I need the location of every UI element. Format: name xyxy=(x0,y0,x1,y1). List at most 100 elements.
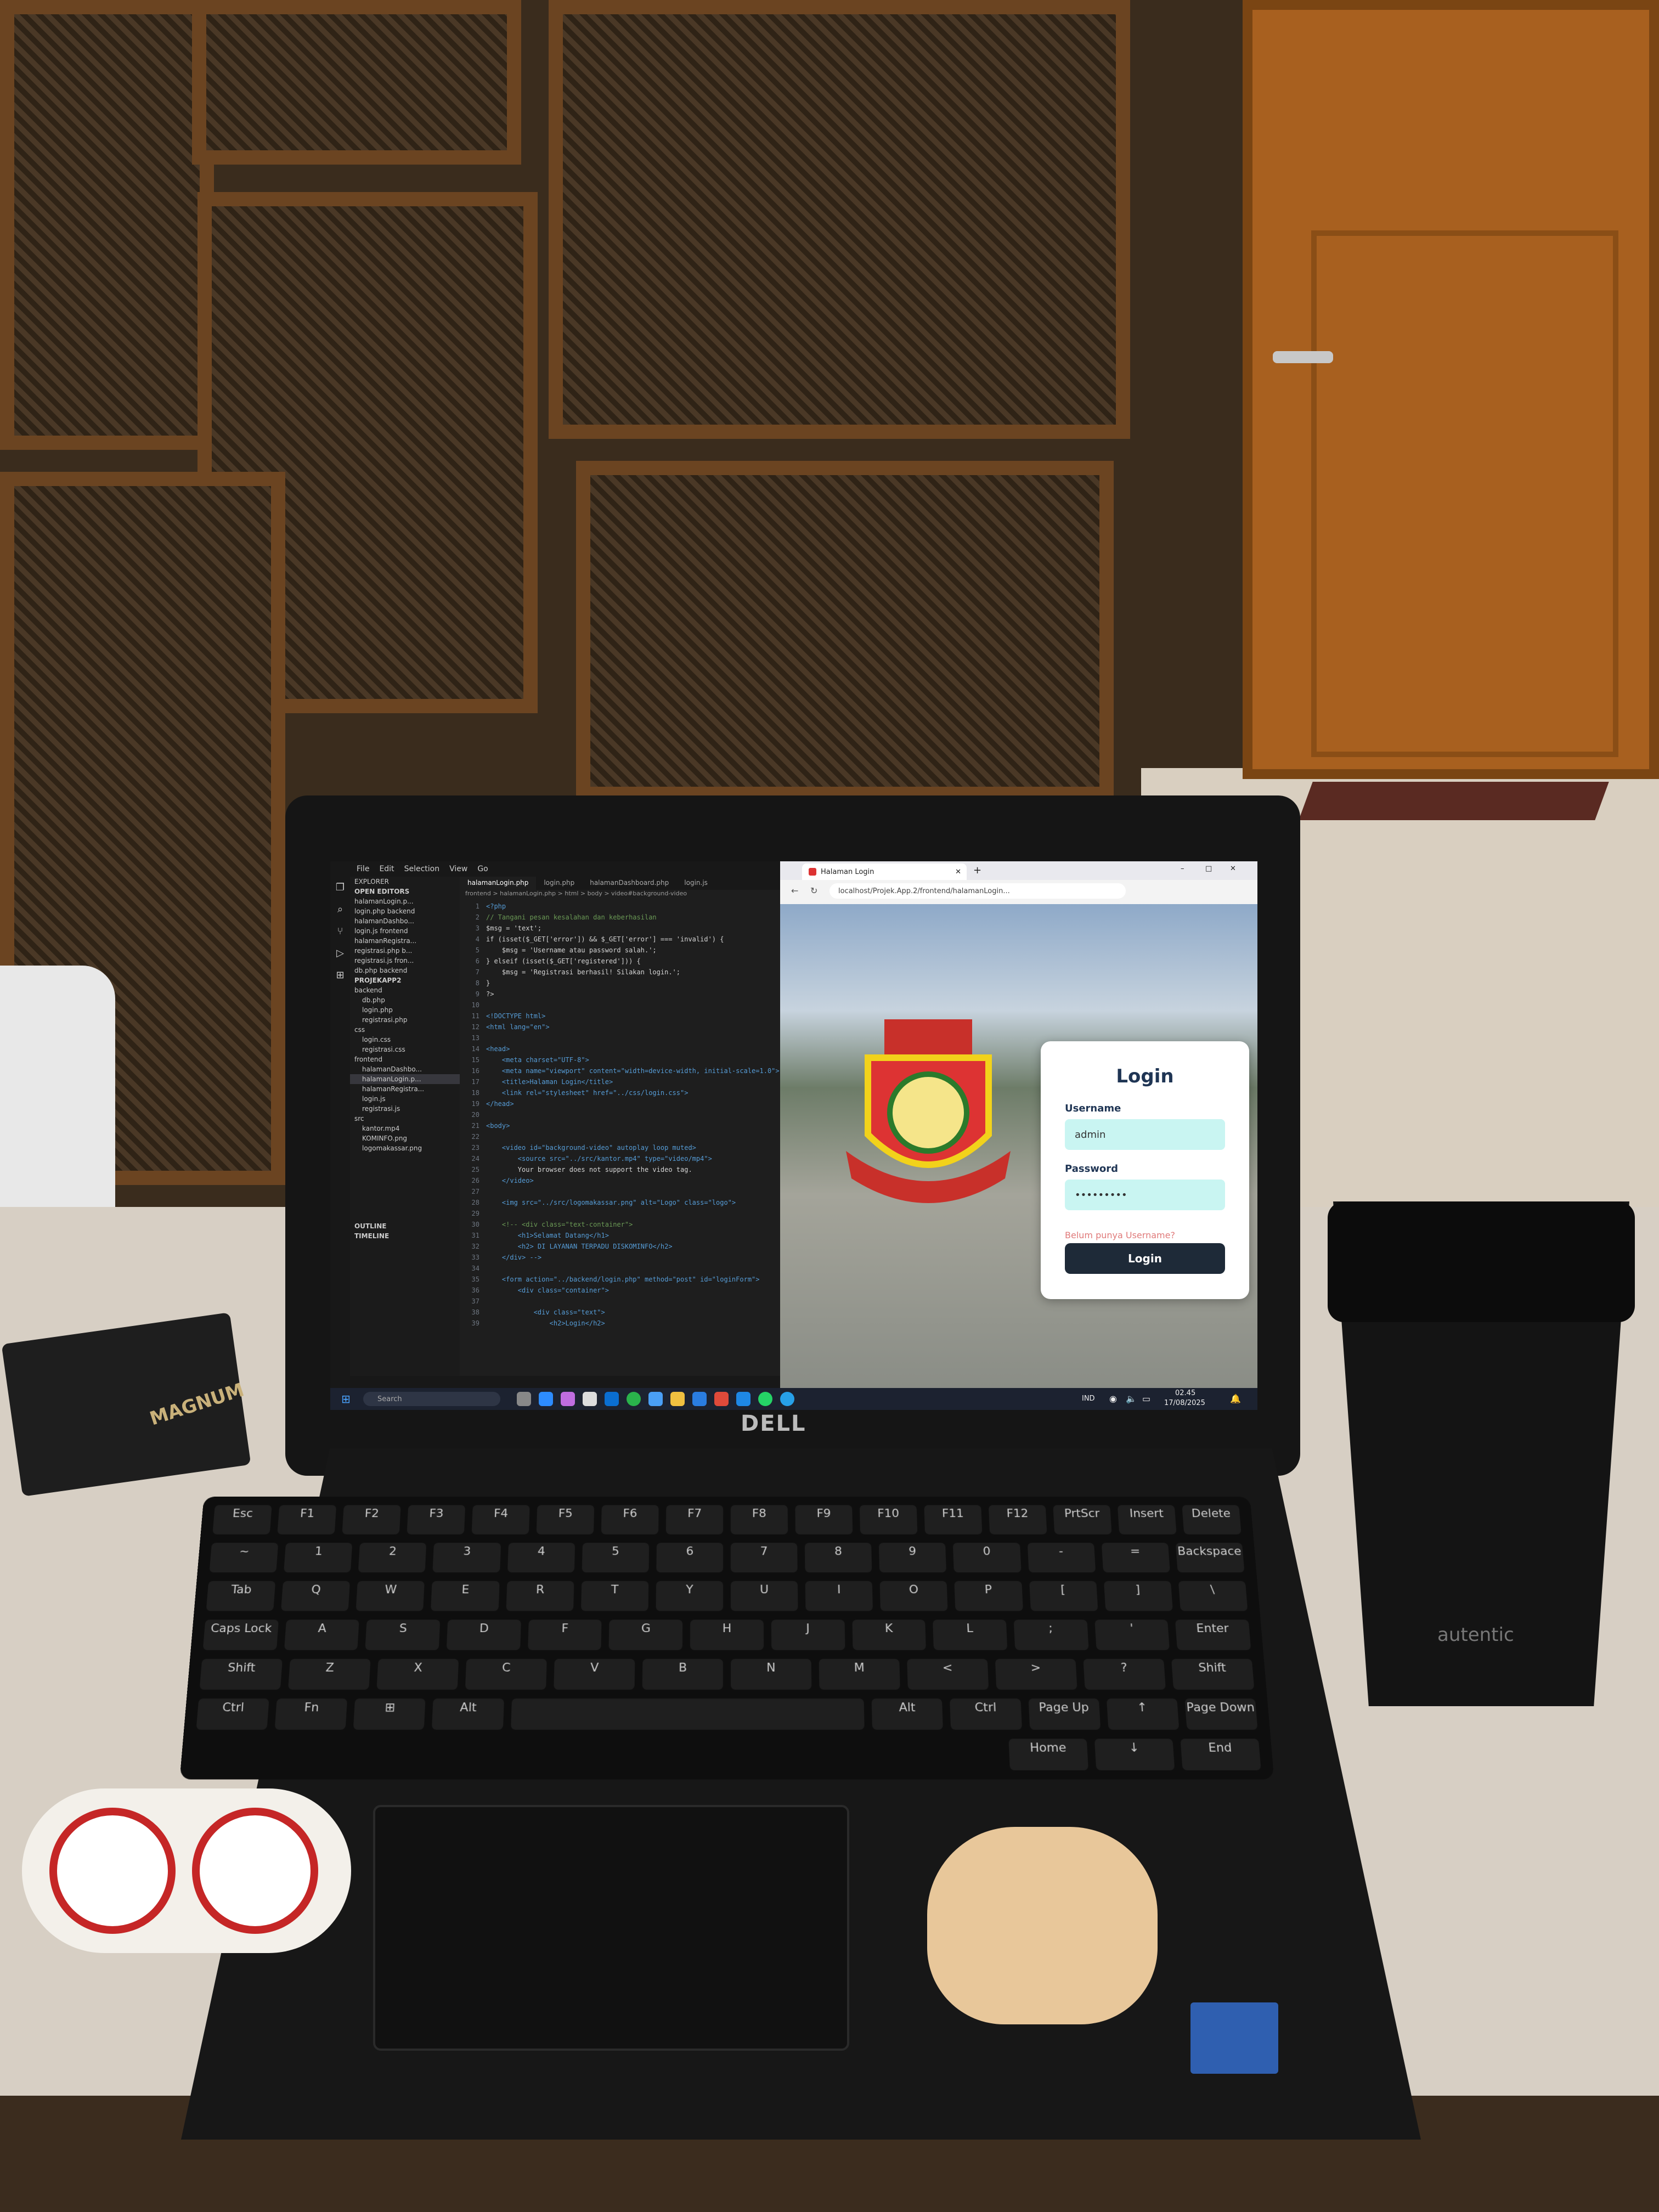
key[interactable]: Z xyxy=(288,1658,371,1690)
code-line[interactable]: 30 <!-- <div class="text-container"> xyxy=(460,1219,780,1230)
key[interactable]: F xyxy=(527,1620,602,1650)
code-line[interactable]: 14 <head> xyxy=(460,1043,780,1054)
tab-dashboard[interactable]: halamanDashboard.php xyxy=(582,877,676,890)
tree-item[interactable]: halamanRegistra... xyxy=(350,1084,460,1094)
key[interactable]: C xyxy=(465,1658,547,1690)
key[interactable]: = xyxy=(1101,1543,1170,1573)
mail-icon[interactable] xyxy=(648,1392,663,1406)
menu-file[interactable]: File xyxy=(357,865,369,873)
key[interactable]: G xyxy=(608,1620,683,1650)
menu-edit[interactable]: Edit xyxy=(379,865,394,873)
code-line[interactable]: 10 xyxy=(460,1000,780,1011)
windows-start-icon[interactable]: ⊞ xyxy=(341,1392,351,1406)
key[interactable]: ? xyxy=(1083,1658,1166,1690)
open-editor-item[interactable]: registrasi.php b... xyxy=(350,946,460,956)
touchpad[interactable] xyxy=(373,1805,849,2051)
key[interactable]: ↓ xyxy=(1094,1739,1175,1770)
tree-item[interactable]: login.js xyxy=(350,1094,460,1104)
key[interactable]: F1 xyxy=(277,1505,337,1534)
key[interactable]: PrtScr xyxy=(1053,1505,1112,1534)
tree-item[interactable]: login.css xyxy=(350,1035,460,1045)
key[interactable]: 9 xyxy=(879,1543,947,1573)
key[interactable]: V xyxy=(554,1658,635,1690)
open-editor-item[interactable]: halamanDashbo... xyxy=(350,916,460,926)
code-line[interactable]: 23 <video id="background-video" autoplay… xyxy=(460,1142,780,1153)
key[interactable]: F8 xyxy=(730,1505,788,1534)
login-button[interactable]: Login xyxy=(1065,1243,1225,1274)
volume-icon[interactable]: 🔈 xyxy=(1126,1393,1137,1404)
code-line[interactable]: 18 <link rel="stylesheet" href="../css/l… xyxy=(460,1087,780,1098)
key[interactable]: P xyxy=(954,1581,1023,1611)
taskview-icon[interactable] xyxy=(517,1392,531,1406)
key[interactable]: 1 xyxy=(284,1543,353,1573)
timeline-section[interactable]: TIMELINE xyxy=(350,1231,460,1241)
key[interactable]: Q xyxy=(281,1581,351,1611)
code-line[interactable]: 12 <html lang="en"> xyxy=(460,1022,780,1032)
key[interactable]: 4 xyxy=(507,1543,575,1573)
tree-item[interactable]: kantor.mp4 xyxy=(350,1124,460,1133)
search-icon[interactable]: ⌕ xyxy=(330,899,350,921)
key[interactable]: > xyxy=(995,1658,1077,1690)
key[interactable]: ; xyxy=(1013,1620,1089,1650)
whatsapp-icon[interactable] xyxy=(758,1392,772,1406)
code-line[interactable]: 28 <img src="../src/logomakassar.png" al… xyxy=(460,1197,780,1208)
key[interactable]: Caps Lock xyxy=(202,1620,279,1650)
extensions-icon[interactable]: ⊞ xyxy=(330,964,350,986)
key[interactable]: L xyxy=(933,1620,1008,1650)
tree-item[interactable]: backend xyxy=(350,985,460,995)
key[interactable]: H xyxy=(690,1620,764,1650)
spotify-icon[interactable] xyxy=(627,1392,641,1406)
menu-view[interactable]: View xyxy=(449,865,467,873)
file-explorer-icon[interactable] xyxy=(670,1392,685,1406)
key[interactable]: ' xyxy=(1094,1620,1170,1650)
notification-icon[interactable]: 🔔 xyxy=(1230,1393,1241,1404)
key[interactable]: [ xyxy=(1029,1581,1098,1611)
key[interactable]: E xyxy=(431,1581,500,1611)
code-line[interactable]: 13 xyxy=(460,1032,780,1043)
key[interactable]: Page Down xyxy=(1184,1699,1258,1730)
key[interactable]: Backspace xyxy=(1175,1543,1245,1573)
address-bar[interactable]: localhost/Projek.App.2/frontend/halamanL… xyxy=(830,883,1126,899)
key[interactable]: S xyxy=(365,1620,441,1650)
clock-time[interactable]: 02.45 xyxy=(1175,1389,1195,1397)
tree-item[interactable]: registrasi.css xyxy=(350,1045,460,1054)
key[interactable]: Enter xyxy=(1175,1620,1251,1650)
store-icon[interactable] xyxy=(583,1392,597,1406)
code-line[interactable]: 33 </div> --> xyxy=(460,1252,780,1263)
key[interactable]: Ctrl xyxy=(196,1699,269,1730)
back-icon[interactable]: ← xyxy=(791,885,798,896)
key[interactable]: W xyxy=(356,1581,425,1611)
run-icon[interactable]: ▷ xyxy=(330,943,350,964)
word-icon[interactable] xyxy=(692,1392,707,1406)
open-editor-item[interactable]: halamanLogin.p... xyxy=(350,896,460,906)
key[interactable]: F4 xyxy=(471,1505,530,1534)
key[interactable] xyxy=(510,1699,865,1730)
key[interactable]: U xyxy=(730,1581,798,1611)
key[interactable]: F10 xyxy=(859,1505,918,1534)
key[interactable]: 8 xyxy=(805,1543,872,1573)
key[interactable]: Esc xyxy=(212,1505,272,1534)
tab-login-js[interactable]: login.js xyxy=(676,877,715,890)
key[interactable]: F12 xyxy=(988,1505,1047,1534)
code-line[interactable]: 19 </head> xyxy=(460,1098,780,1109)
key[interactable]: D xyxy=(446,1620,521,1650)
code-line[interactable]: 8} xyxy=(460,978,780,989)
code-editor[interactable]: 1 <?php 2 // Tangani pesan kesalahan dan ke… xyxy=(460,901,780,1388)
key[interactable]: K xyxy=(851,1620,927,1650)
tab-halaman-login[interactable]: halamanLogin.php xyxy=(460,877,537,890)
code-line[interactable]: 34 xyxy=(460,1263,780,1274)
menu-go[interactable]: Go xyxy=(477,865,488,873)
key[interactable]: 2 xyxy=(358,1543,427,1573)
close-window-icon[interactable]: ✕ xyxy=(1230,865,1236,873)
code-line[interactable]: 35 <form action="../backend/login.php" m… xyxy=(460,1274,780,1285)
code-line[interactable]: 32 <h2> DI LAYANAN TERPADU DISKOMINFO</h… xyxy=(460,1241,780,1252)
tree-item[interactable]: halamanDashbo... xyxy=(350,1064,460,1074)
code-line[interactable]: 39 <h2>Login</h2> xyxy=(460,1318,780,1329)
code-line[interactable]: 16 <meta name="viewport" content="width=… xyxy=(460,1065,780,1076)
key[interactable]: Alt xyxy=(871,1699,944,1730)
code-line[interactable]: 31 <h1>Selamat Datang</h1> xyxy=(460,1230,780,1241)
key[interactable]: ] xyxy=(1103,1581,1173,1611)
key[interactable]: 6 xyxy=(656,1543,724,1573)
key[interactable]: F5 xyxy=(536,1505,595,1534)
code-line[interactable]: 7 $msg = 'Registrasi berhasil! Silakan l… xyxy=(460,967,780,978)
